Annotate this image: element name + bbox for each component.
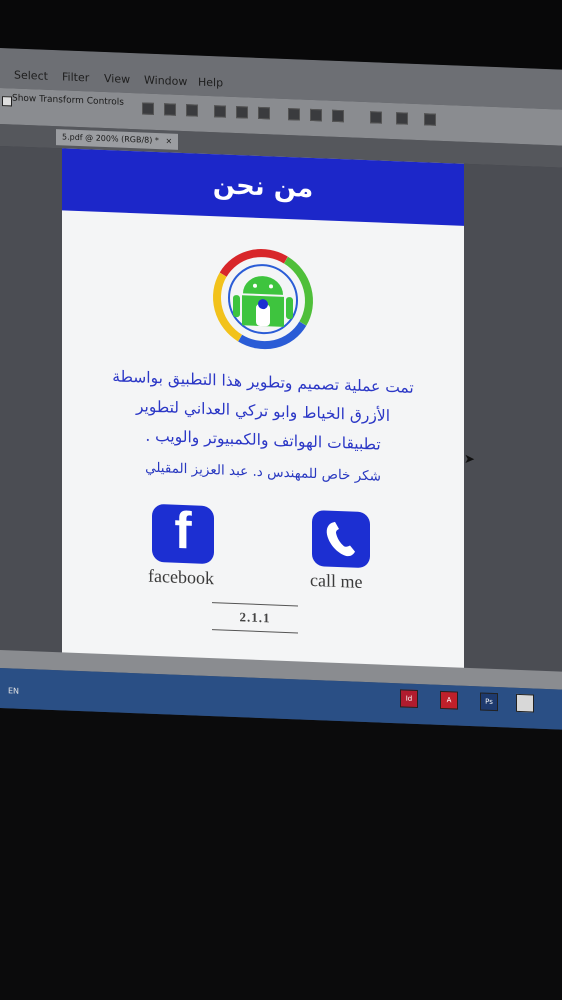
align-middle-icon[interactable] — [164, 103, 176, 116]
call-label: call me — [310, 569, 363, 592]
menu-select[interactable]: Select — [14, 69, 48, 83]
window-taskbar-icon[interactable] — [516, 693, 534, 713]
align-bottom-icon[interactable] — [186, 104, 198, 117]
photoshop-taskbar-icon[interactable]: Ps — [480, 692, 498, 712]
about-description: تمت عملية تصميم وتطوير هذا التطبيق بواسط… — [70, 361, 456, 463]
distribute-left-icon[interactable] — [370, 111, 382, 124]
distribute-middle-icon[interactable] — [310, 108, 322, 122]
phone-icon — [326, 521, 355, 557]
align-center-icon[interactable] — [236, 106, 248, 119]
align-left-icon[interactable] — [214, 105, 226, 118]
facebook-icon: f — [174, 501, 192, 561]
document-tab-title: 5.pdf @ 200% (RGB/8) * — [62, 132, 159, 146]
distribute-top-icon[interactable] — [288, 108, 300, 121]
workspace-canvas: من نحن تمت عملية تصميم وتطوير هذا التطبي… — [0, 146, 562, 728]
show-transform-checkbox[interactable] — [2, 96, 12, 107]
close-icon[interactable]: × — [165, 136, 172, 145]
language-indicator[interactable]: EN — [8, 686, 19, 695]
show-transform-label: Show Transform Controls — [12, 93, 124, 108]
menu-window[interactable]: Window — [144, 74, 187, 89]
menu-filter[interactable]: Filter — [62, 70, 89, 84]
acrobat-taskbar-icon[interactable]: A — [440, 690, 458, 710]
auto-align-icon[interactable] — [424, 113, 436, 126]
document-tab[interactable]: 5.pdf @ 200% (RGB/8) * × — [56, 129, 179, 150]
app-document: من نحن تمت عملية تصميم وتطوير هذا التطبي… — [62, 148, 464, 676]
facebook-label: facebook — [148, 565, 214, 589]
distribute-right-icon[interactable] — [396, 112, 408, 125]
indesign-taskbar-icon[interactable]: Id — [400, 689, 418, 709]
distribute-bottom-icon[interactable] — [332, 109, 344, 123]
menu-view[interactable]: View — [104, 72, 130, 86]
facebook-button[interactable]: f — [152, 502, 214, 565]
special-thanks: شكر خاص للمهندس د. عبد العزيز المقيلي — [145, 459, 381, 485]
version-label: 2.1.1 — [212, 602, 298, 634]
monitor-screen: Select Filter View Window Help Show Tran… — [0, 48, 562, 730]
app-logo — [213, 249, 313, 350]
mouse-cursor-icon: ➤ — [464, 451, 475, 468]
menu-help[interactable]: Help — [198, 76, 223, 90]
align-right-icon[interactable] — [258, 106, 270, 120]
call-button[interactable] — [312, 509, 370, 569]
align-top-icon[interactable] — [142, 102, 154, 115]
